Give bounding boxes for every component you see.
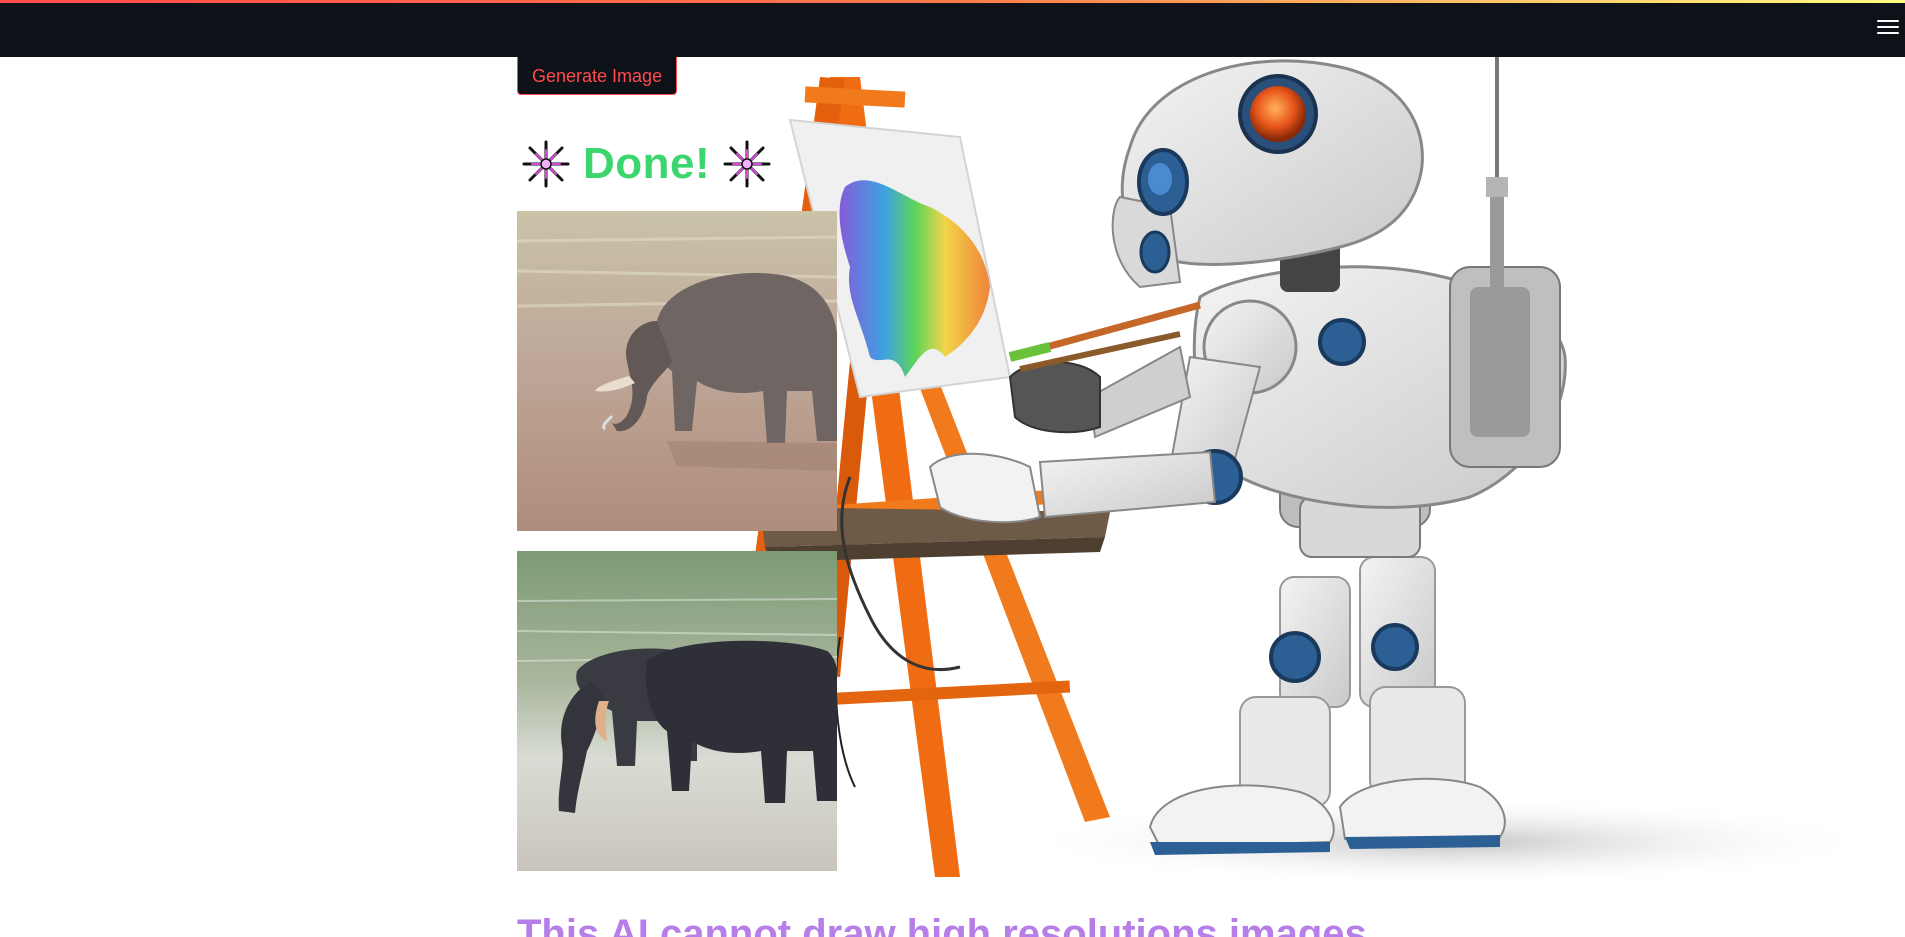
hamburger-menu-icon[interactable] [1877, 20, 1899, 38]
elephants-on-shore-image [517, 551, 837, 871]
robot-painter-background-image [755, 57, 1880, 887]
fireworks-icon [723, 140, 771, 188]
done-status: Done! [521, 136, 772, 192]
fireworks-icon [522, 140, 570, 188]
elephant-in-water-image [517, 211, 837, 531]
generate-image-button[interactable]: Generate Image [517, 57, 678, 95]
done-heading: Done! [583, 139, 711, 188]
app-root: Generate Image Done! This AI cannot draw… [0, 0, 1905, 937]
app-header [0, 0, 1905, 57]
header-accent-line [0, 0, 1905, 3]
subheading-resolution-note: This AI cannot draw high resolutions ima… [517, 912, 1367, 937]
